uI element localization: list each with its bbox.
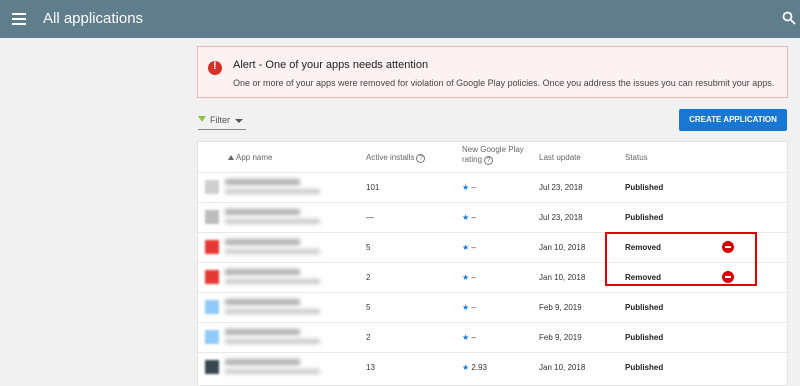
table-row[interactable]: 101 ★ – Jul 23, 2018 Published: [198, 172, 787, 202]
status-badge: Published: [625, 333, 664, 342]
last-update: Feb 9, 2019: [539, 303, 582, 312]
create-application-button[interactable]: CREATE APPLICATION: [679, 109, 787, 131]
rating-value: –: [471, 273, 476, 282]
active-installs: —: [366, 213, 374, 222]
top-app-bar: All applications: [0, 0, 800, 38]
active-installs: 2: [366, 333, 371, 342]
app-name-blurred: [225, 329, 300, 335]
filter-icon: [198, 116, 206, 122]
app-icon: [205, 240, 219, 254]
active-installs: 2: [366, 273, 371, 282]
rating: ★ –: [462, 243, 476, 252]
star-icon: ★: [462, 303, 470, 312]
app-name-blurred: [225, 209, 300, 215]
status-badge: Published: [625, 363, 664, 372]
column-rating-label-line2: rating: [462, 155, 483, 164]
app-name-blurred: [225, 239, 300, 245]
rating: ★ –: [462, 333, 476, 342]
removed-highlight-box: [605, 232, 757, 286]
status-badge: Published: [625, 183, 664, 192]
app-package-blurred: [225, 219, 320, 224]
last-update: Jan 10, 2018: [539, 243, 586, 252]
star-icon: ★: [462, 213, 470, 222]
last-update: Jul 23, 2018: [539, 183, 583, 192]
last-update: Jan 10, 2018: [539, 273, 586, 282]
app-package-blurred: [225, 309, 320, 314]
active-installs: 101: [366, 183, 380, 192]
app-icon: [205, 270, 219, 284]
active-installs: 5: [366, 243, 371, 252]
policy-alert: Alert - One of your apps needs attention…: [197, 46, 788, 98]
star-icon: ★: [462, 183, 470, 192]
filter-dropdown[interactable]: Filter: [198, 112, 246, 130]
table-row[interactable]: — ★ – Jul 23, 2018 Published: [198, 202, 787, 232]
app-name-blurred: [225, 179, 300, 185]
rating-value: 2.93: [471, 363, 487, 372]
rating: ★ –: [462, 303, 476, 312]
sort-arrow-icon[interactable]: [228, 155, 234, 160]
app-name-blurred: [225, 359, 300, 365]
app-icon: [205, 360, 219, 374]
app-icon: [205, 330, 219, 344]
rating: ★ –: [462, 273, 476, 282]
star-icon: ★: [462, 273, 470, 282]
star-icon: ★: [462, 333, 470, 342]
status-badge: Published: [625, 303, 664, 312]
help-icon[interactable]: ?: [484, 156, 494, 165]
rating-value: –: [471, 183, 476, 192]
app-name-blurred: [225, 299, 300, 305]
app-package-blurred: [225, 249, 320, 254]
rating: ★ –: [462, 213, 476, 222]
column-active-installs-label: Active installs: [366, 153, 415, 162]
alert-icon: [208, 60, 222, 75]
star-icon: ★: [462, 363, 470, 372]
active-installs: 13: [366, 363, 375, 372]
app-package-blurred: [225, 189, 320, 194]
filter-label: Filter: [210, 115, 230, 125]
column-rating-label-line1: New Google Play: [462, 145, 524, 154]
active-installs: 5: [366, 303, 371, 312]
app-name-blurred: [225, 269, 300, 275]
app-icon: [205, 210, 219, 224]
table-row[interactable]: 13 ★ 2.93 Jan 10, 2018 Published: [198, 352, 787, 382]
column-app-name[interactable]: App name: [236, 153, 272, 163]
rating: ★ 2.93: [462, 363, 487, 372]
app-package-blurred: [225, 339, 320, 344]
rating-value: –: [471, 333, 476, 342]
app-icon: [205, 180, 219, 194]
help-icon[interactable]: ?: [416, 154, 426, 163]
app-package-blurred: [225, 279, 320, 284]
search-icon[interactable]: [782, 11, 796, 25]
last-update: Feb 9, 2019: [539, 333, 582, 342]
menu-icon[interactable]: [12, 13, 26, 25]
last-update: Jul 23, 2018: [539, 213, 583, 222]
last-update: Jan 10, 2018: [539, 363, 586, 372]
table-row[interactable]: 2 ★ – Feb 9, 2019 Published: [198, 322, 787, 352]
app-icon: [205, 300, 219, 314]
status-badge: Published: [625, 213, 664, 222]
rating: ★ –: [462, 183, 476, 192]
app-package-blurred: [225, 369, 320, 374]
column-status: Status: [625, 153, 648, 162]
chevron-down-icon: [235, 119, 243, 123]
rating-value: –: [471, 243, 476, 252]
alert-text: One or more of your apps were removed fo…: [233, 78, 775, 88]
star-icon: ★: [462, 243, 470, 252]
column-active-installs: Active installs?: [366, 153, 426, 163]
alert-title: Alert - One of your apps needs attention: [233, 59, 429, 71]
rating-value: –: [471, 303, 476, 312]
page-title: All applications: [43, 10, 144, 27]
table-row[interactable]: 5 ★ – Feb 9, 2019 Published: [198, 292, 787, 322]
rating-value: –: [471, 213, 476, 222]
column-last-update: Last update: [539, 153, 581, 162]
column-rating: New Google Play rating?: [462, 145, 524, 165]
